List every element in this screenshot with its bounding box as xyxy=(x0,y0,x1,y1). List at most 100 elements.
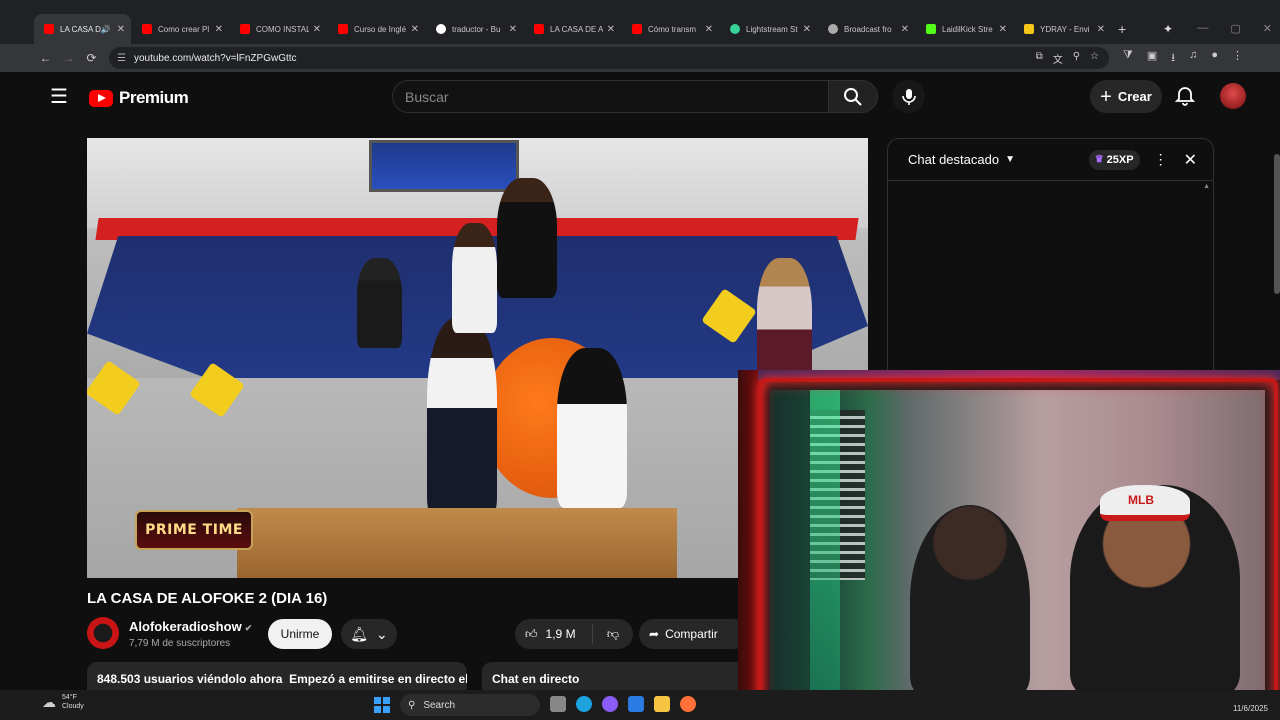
browser-tab[interactable]: Cómo transm ✕ xyxy=(622,14,719,44)
url-text[interactable]: youtube.com/watch?v=lFnZPGwGttc xyxy=(134,53,1036,64)
plus-icon: + xyxy=(1100,85,1112,108)
close-tab-icon[interactable]: ✕ xyxy=(509,24,517,35)
close-tab-icon[interactable]: ✕ xyxy=(999,24,1007,35)
join-button[interactable]: Unirme xyxy=(268,619,332,649)
microphone-icon xyxy=(901,88,916,105)
close-tab-icon[interactable]: ✕ xyxy=(117,24,125,35)
xp-badge[interactable]: ♛ 25XP xyxy=(1088,149,1140,170)
tab-label: YDRAY - Envi xyxy=(1040,24,1090,34)
browser-tab[interactable]: YDRAY - Envi ✕ xyxy=(1014,14,1111,44)
create-button[interactable]: + Crear xyxy=(1090,80,1162,113)
search-button[interactable] xyxy=(828,80,878,113)
menu-kebab-icon[interactable]: ⋮ xyxy=(1232,49,1243,68)
like-count: 1,9 M xyxy=(545,627,576,641)
close-tab-icon[interactable]: ✕ xyxy=(313,24,321,35)
search-input[interactable] xyxy=(393,81,828,112)
share-button[interactable]: ➦ Compartir xyxy=(639,619,749,649)
copilot-icon[interactable] xyxy=(602,696,618,712)
file-explorer-icon[interactable] xyxy=(654,696,670,712)
profile-icon[interactable]: ● xyxy=(1211,49,1218,68)
scene-person xyxy=(497,178,557,298)
media-icon[interactable]: ♫ xyxy=(1189,49,1197,68)
edge-icon[interactable] xyxy=(576,696,592,712)
browser-tab[interactable]: LA CASA DE A ✕ xyxy=(524,14,621,44)
close-tab-icon[interactable]: ✕ xyxy=(901,24,909,35)
site-info-icon[interactable]: ☰ xyxy=(117,53,126,64)
download-icon[interactable]: ⭳ xyxy=(1171,49,1175,68)
youtube-logo[interactable]: Premium xyxy=(89,88,189,108)
subscriber-count: 7,79 M de suscriptores xyxy=(129,638,231,649)
close-tab-icon[interactable]: ✕ xyxy=(215,24,223,35)
close-tab-icon[interactable]: ✕ xyxy=(705,24,713,35)
channel-name-row[interactable]: Alofokeradioshow ✔ xyxy=(129,619,252,634)
close-tab-icon[interactable]: ✕ xyxy=(607,24,615,35)
back-icon[interactable]: ← xyxy=(34,51,57,65)
tab-label: Cómo transm xyxy=(648,24,697,34)
dislike-button[interactable]: 👎︎ xyxy=(593,627,633,642)
scene-table xyxy=(237,508,677,578)
chat-header: Chat destacado ▼ ♛ 25XP ⋮ ✕ xyxy=(888,139,1213,181)
chat-mode-title[interactable]: Chat destacado xyxy=(908,152,999,167)
page-scrollbar[interactable] xyxy=(1274,154,1280,294)
weather-widget[interactable]: ☁ 54°F Cloudy xyxy=(42,693,84,711)
chevron-down-icon[interactable]: ▼ xyxy=(1005,154,1015,165)
chat-scroll-up-icon[interactable]: ▲ xyxy=(1203,183,1210,190)
weather-condition: Cloudy xyxy=(62,703,84,710)
close-window-icon[interactable]: ✕ xyxy=(1263,22,1272,35)
chat-panel: Chat destacado ▼ ♛ 25XP ⋮ ✕ ▲ xyxy=(887,138,1214,388)
speaker-icon[interactable]: 🔊 xyxy=(101,25,111,34)
store-icon[interactable] xyxy=(628,696,644,712)
forward-icon[interactable]: → xyxy=(57,51,80,65)
browser-tab[interactable]: LA CASA DE 🔊 ✕ xyxy=(34,14,131,44)
extensions-icon[interactable]: ⧩ xyxy=(1123,49,1133,68)
gemini-sparkle-icon[interactable]: ✦ xyxy=(1163,22,1173,36)
youtube-favicon-icon xyxy=(534,24,544,34)
tab-label: traductor - Bu xyxy=(452,24,501,34)
tab-label: LA CASA DE A xyxy=(550,24,603,34)
notifications-bell-icon[interactable] xyxy=(1174,85,1196,107)
maximize-icon[interactable]: ▢ xyxy=(1230,22,1240,35)
lightstream-favicon-icon xyxy=(730,24,740,34)
account-avatar[interactable] xyxy=(1220,83,1246,109)
channel-name[interactable]: Alofokeradioshow xyxy=(129,619,242,634)
subscription-notifications-button[interactable]: 🔔︎ ⌄ xyxy=(341,619,397,649)
zoom-icon[interactable]: ⚲ xyxy=(1073,51,1080,66)
new-tab-icon[interactable]: + xyxy=(1112,14,1132,44)
close-chat-icon[interactable]: ✕ xyxy=(1184,150,1197,170)
taskbar-search-label: Search xyxy=(423,699,456,711)
screen: LA CASA DE 🔊 ✕ Como crear Pl ✕ COMO INSTA… xyxy=(0,0,1280,720)
translate-icon[interactable]: 文 xyxy=(1053,51,1063,66)
minimize-icon[interactable]: — xyxy=(1197,22,1208,35)
cast-icon[interactable]: ⧉ xyxy=(1036,51,1043,66)
task-view-icon[interactable] xyxy=(550,696,566,712)
browser-tab[interactable]: LaidilKick Stre ✕ xyxy=(916,14,1013,44)
search-icon xyxy=(844,87,862,106)
browser-tab[interactable]: traductor - Bu ✕ xyxy=(426,14,523,44)
tab-label: LA CASA DE xyxy=(60,24,101,34)
browser-tab[interactable]: COMO INSTAL ✕ xyxy=(230,14,327,44)
webcam-frame-border xyxy=(758,378,1278,708)
masthead: ☰ Premium + Crear xyxy=(30,72,1280,122)
chat-menu-icon[interactable]: ⋮ xyxy=(1154,151,1168,168)
bookmark-star-icon[interactable]: ☆ xyxy=(1090,51,1099,66)
close-tab-icon[interactable]: ✕ xyxy=(803,24,811,35)
taskbar-search[interactable]: ⚲ Search xyxy=(400,694,540,716)
close-tab-icon[interactable]: ✕ xyxy=(411,24,419,35)
browser-tab[interactable]: Lightstream St ✕ xyxy=(720,14,817,44)
channel-avatar[interactable] xyxy=(87,617,119,649)
voice-search-button[interactable] xyxy=(892,80,925,113)
bell-ringing-icon: 🔔︎ xyxy=(350,625,369,642)
close-tab-icon[interactable]: ✕ xyxy=(1097,24,1105,35)
firefox-icon[interactable] xyxy=(680,696,696,712)
sidepanel-icon[interactable]: ▣ xyxy=(1147,49,1157,68)
viewer-count: 848.503 usuarios viéndolo ahora xyxy=(97,672,283,686)
windows-start-icon[interactable] xyxy=(374,697,390,713)
like-button[interactable]: 👍︎ 1,9 M xyxy=(515,624,593,644)
address-bar[interactable]: ☰ youtube.com/watch?v=lFnZPGwGttc ⧉ 文 ⚲ … xyxy=(109,47,1109,69)
browser-tab[interactable]: Broadcast fro ✕ xyxy=(818,14,915,44)
browser-tab[interactable]: Como crear Pl ✕ xyxy=(132,14,229,44)
browser-tab[interactable]: Curso de Inglé ✕ xyxy=(328,14,425,44)
menu-hamburger-icon[interactable]: ☰ xyxy=(50,87,70,107)
reload-icon[interactable]: ⟳ xyxy=(80,51,103,65)
scene-person xyxy=(452,223,497,333)
